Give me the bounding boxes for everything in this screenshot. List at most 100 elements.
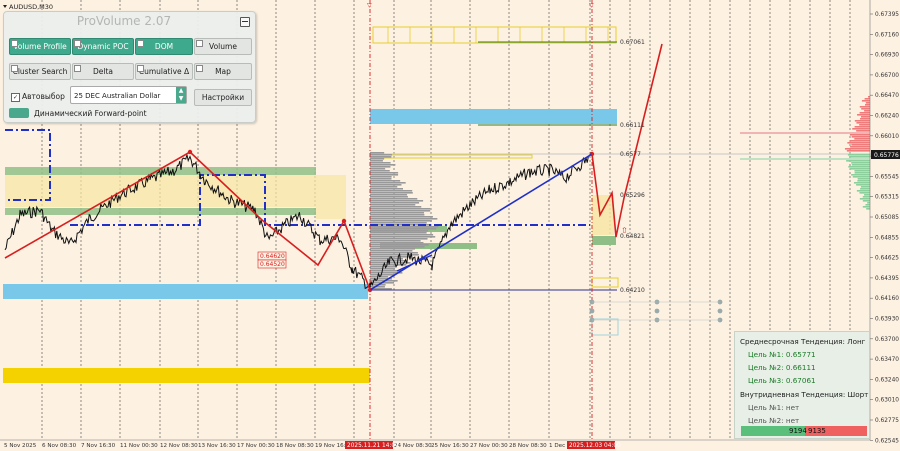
checkbox-icon — [196, 65, 203, 72]
panel-title: ProVolume 2.07 — [76, 14, 172, 28]
dom-ask-bar — [861, 100, 870, 102]
dom-bid-bar — [847, 154, 870, 156]
volume-bar — [370, 244, 429, 246]
price-tick-label: 0.64625 — [875, 256, 899, 262]
time-tick-label: 11 Nov 00:30 — [120, 443, 158, 449]
instrument-select[interactable]: 25 DEC Australian Dollar ▲ ▼ — [70, 86, 187, 104]
dom-bid-bar — [866, 208, 870, 210]
volume-bar — [370, 170, 390, 172]
target-1: Цель №1: 0.65771 — [748, 350, 816, 359]
checkbox-icon — [137, 65, 144, 72]
checkbox-icon — [11, 40, 18, 47]
forward-point-label: Динамический Forward-point — [34, 109, 147, 118]
settings-label: Настройки — [201, 93, 245, 102]
dom-bid-bar — [848, 166, 870, 168]
autoselect-label: Автовыбор — [22, 92, 65, 101]
dom-bid-bar — [852, 176, 870, 178]
delta-button[interactable]: Delta — [72, 63, 134, 80]
dom-bid-bar — [860, 188, 870, 190]
level-label-6: 0.64210 — [620, 287, 645, 294]
buy-volume: 9194 — [789, 427, 807, 435]
dom-bid-bar — [860, 186, 870, 188]
volume-bar — [370, 228, 437, 230]
volume-button[interactable]: Volume — [194, 38, 252, 55]
yellow-box-forward — [592, 195, 614, 235]
volume-bar — [370, 226, 439, 228]
volume-bar — [370, 210, 431, 212]
time-marker-label-1: 2025.11.21 14:00 — [347, 443, 399, 449]
level-label-1: 0.67061 — [620, 39, 645, 46]
volume-bar — [370, 234, 434, 236]
dom-bid-bar — [865, 204, 870, 206]
price-tick-label: 0.67160 — [875, 32, 899, 38]
time-tick-label: 5 Nov 2025 — [4, 443, 37, 449]
time-marker-label-2: 2025.12.03 04:00 — [569, 443, 621, 449]
cluster-search-button[interactable]: Cluster Search — [9, 63, 71, 80]
checkbox-icon — [137, 40, 144, 47]
level-label-2: 0.66111 — [620, 122, 645, 129]
checkbox-icon — [74, 65, 81, 72]
volume-bar — [370, 214, 425, 216]
dom-bid-bar — [867, 202, 870, 204]
sell-target-1: Цель №1: нет — [748, 403, 800, 412]
cluster-search-label: Cluster Search — [12, 67, 68, 76]
dom-ask-bar — [851, 144, 870, 146]
dom-bid-bar — [849, 156, 870, 158]
dom-ask-bar — [857, 114, 870, 116]
autoselect-checkbox[interactable]: ✓ Автовыбор — [11, 92, 65, 102]
dom-bid-bar — [862, 200, 870, 202]
dom-button[interactable]: DOM — [135, 38, 193, 55]
volume-bar — [370, 168, 386, 170]
cumulative-delta-button[interactable]: Cumulative Δ — [135, 63, 193, 80]
volume-bar — [370, 230, 429, 232]
dom-bid-bar — [864, 194, 870, 196]
dynamic-poc-button[interactable]: Dynamic POC — [72, 38, 134, 55]
checkbox-icon — [74, 40, 81, 47]
price-tick-label: 0.66240 — [875, 114, 899, 120]
level-label-3: 0.6577 — [620, 151, 641, 158]
volume-bar — [370, 184, 402, 186]
price-tick-label: 0.63470 — [875, 357, 899, 363]
time-tick-label: 18 Nov 08:30 — [276, 443, 314, 449]
yellow-band — [3, 368, 370, 383]
volume-label: Volume — [209, 42, 237, 51]
price-tick-label: 0.66010 — [875, 134, 899, 140]
volume-bar — [370, 196, 408, 198]
dynamic-poc-label: Dynamic POC — [77, 42, 129, 51]
cyan-zone-right — [370, 109, 617, 124]
minimize-icon[interactable] — [240, 17, 250, 27]
price-tick-label: 0.63010 — [875, 398, 899, 404]
volume-bar — [370, 188, 404, 190]
dom-bid-bar — [859, 198, 870, 200]
dom-ask-bar — [856, 122, 870, 124]
dom-ask-bar — [859, 106, 870, 108]
level-label-4: 0.65296 — [620, 192, 645, 199]
dom-bid-bar — [862, 196, 870, 198]
price-tick-label: 0.65545 — [875, 174, 899, 180]
time-tick-label: 28 Nov 08:30 — [509, 443, 547, 449]
trend-panel: Среднесрочная Тенденция: Лонг Цель №1: 0… — [734, 331, 870, 439]
volume-bar — [370, 222, 427, 224]
map-button[interactable]: Map — [194, 63, 252, 80]
dom-ask-bar — [852, 128, 870, 130]
volume-bar — [370, 152, 385, 154]
symbol-label: AUDUSD,M30 — [9, 3, 53, 11]
dom-bid-bar — [859, 192, 870, 194]
volume-bar — [370, 216, 433, 218]
time-tick-label: 12 Nov 08:30 — [160, 443, 198, 449]
forward-point-toggle[interactable] — [9, 108, 29, 118]
volume-profile-button[interactable]: Volume Profile — [9, 38, 71, 55]
time-marker-icon: ▽ — [367, 2, 372, 9]
dom-ask-bar — [854, 120, 870, 122]
sell-volume: 9135 — [808, 427, 826, 435]
dom-bid-bar — [849, 168, 870, 170]
dom-ask-bar — [854, 138, 870, 140]
volume-bar — [370, 166, 391, 168]
volume-bar — [370, 154, 392, 156]
zigzag-point — [187, 149, 193, 155]
time-tick-label: 6 Nov 08:30 — [42, 443, 77, 449]
volume-bar — [370, 204, 416, 206]
grid-dot — [717, 308, 723, 314]
volume-bar — [370, 218, 438, 220]
settings-button[interactable]: Настройки — [194, 89, 252, 106]
